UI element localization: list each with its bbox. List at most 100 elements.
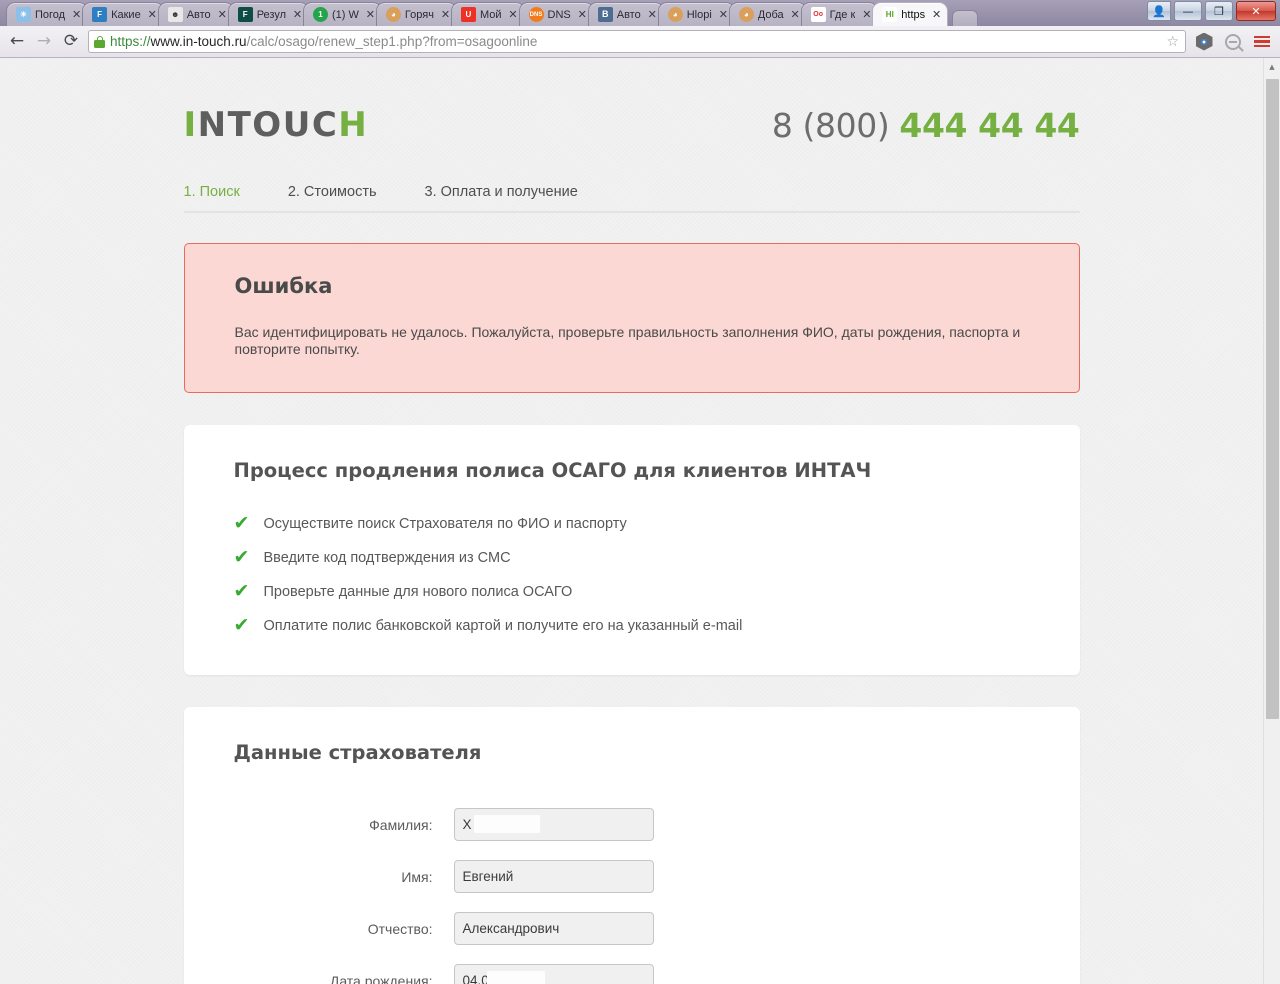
- browser-tab[interactable]: 1 (1) W ✕: [303, 2, 382, 26]
- tab-strip: ☀ Погод ✕ F Какие ✕ ☻ Авто ✕ F Резул ✕ 1…: [0, 0, 1280, 26]
- tab-favicon-face-icon: ☻: [167, 7, 183, 22]
- lastname-input[interactable]: X: [453, 808, 654, 842]
- url-host: www.in-touch.ru: [150, 34, 247, 49]
- browser-tab[interactable]: ◕ Нlорi ✕: [657, 2, 735, 26]
- browser-tab[interactable]: Oo Где к ✕: [800, 2, 879, 26]
- tab-favicon-basket-icon: ◕: [385, 7, 401, 22]
- browser-tab[interactable]: F Какие ✕: [82, 2, 164, 26]
- restore-button[interactable]: ❐: [1205, 1, 1233, 21]
- user-profile-button[interactable]: 👤: [1147, 1, 1171, 21]
- error-title: Ошибка: [234, 274, 333, 298]
- redaction-overlay: [486, 971, 545, 984]
- step-item-3[interactable]: 3. Оплата и получение: [425, 184, 578, 200]
- tab-favicon-odnoklassniki-icon: Oo: [810, 7, 826, 22]
- tab-title: Авто: [186, 8, 211, 21]
- tab-title: Мой: [479, 8, 502, 21]
- browser-tab[interactable]: ☻ Авто ✕: [157, 2, 234, 26]
- url-text: https://www.in-touch.ru/calc/osago/renew…: [110, 34, 537, 49]
- tab-favicon-ok-icon: U: [460, 7, 476, 22]
- web-page: INTOUCH 8 (800) 444 44 44 1. Поиск 2. Ст…: [0, 58, 1263, 984]
- page-content: INTOUCH 8 (800) 444 44 44 1. Поиск 2. Ст…: [183, 58, 1080, 984]
- forward-icon[interactable]: →: [34, 32, 54, 52]
- list-item: ✔ Осуществите поиск Страхователя по ФИО …: [234, 514, 1030, 533]
- tab-title: Где к: [829, 8, 856, 21]
- browser-tab[interactable]: F Резул ✕: [227, 2, 310, 26]
- tab-favicon-site-icon: F: [92, 7, 108, 22]
- browser-viewport: INTOUCH 8 (800) 444 44 44 1. Поиск 2. Ст…: [0, 58, 1280, 984]
- minimize-button[interactable]: —: [1174, 1, 1202, 21]
- list-item-label: Проверьте данные для нового полиса ОСАГО: [263, 583, 573, 600]
- phone-prefix: 8 (800): [771, 105, 890, 145]
- form-row-lastname: Фамилия: X: [234, 808, 1030, 842]
- tab-favicon-basket-icon: ◕: [667, 7, 683, 22]
- tab-favicon-dns-icon: DNS: [528, 7, 544, 22]
- list-item: ✔ Введите код подтверждения из СМС: [234, 548, 1030, 567]
- url-path: /calc/osago/renew_step1.php?from=osagoon…: [246, 34, 538, 49]
- phone-digits: 444 44 44: [899, 105, 1080, 145]
- address-bar[interactable]: https://www.in-touch.ru/calc/osago/renew…: [88, 30, 1186, 53]
- redaction-overlay: [473, 815, 540, 834]
- step-navigation: 1. Поиск 2. Стоимость 3. Оплата и получе…: [183, 184, 1080, 213]
- tab-favicon-weather-icon: ☀: [16, 7, 31, 22]
- birthdate-input[interactable]: 04.0: [453, 964, 654, 984]
- tab-title: Доба: [757, 8, 784, 21]
- check-icon: ✔: [233, 614, 250, 637]
- window-controls: 👤 — ❐ ✕: [1147, 1, 1276, 21]
- tab-title: DNS: [547, 8, 571, 21]
- middlename-value: Александрович: [462, 921, 560, 937]
- magnifier-icon[interactable]: [1222, 31, 1244, 53]
- list-item: ✔ Оплатите полис банковской картой и пол…: [234, 616, 1030, 635]
- form-row-firstname: Имя: Евгений: [234, 860, 1030, 894]
- process-checklist: ✔ Осуществите поиск Страхователя по ФИО …: [234, 514, 1030, 635]
- birthdate-value: 04.0: [462, 973, 489, 984]
- tab-close-icon[interactable]: ✕: [930, 8, 943, 21]
- logo-part-3: H: [338, 105, 369, 145]
- process-title: Процесс продления полиса ОСАГО для клиен…: [233, 459, 872, 483]
- eye-hex-icon[interactable]: [1193, 31, 1215, 53]
- close-window-button[interactable]: ✕: [1236, 1, 1276, 21]
- url-scheme: https://: [110, 34, 151, 49]
- tab-title: Погод: [35, 8, 66, 21]
- form-row-birthdate: Дата рождения: 04.0: [234, 964, 1030, 984]
- tab-favicon-intouch-icon: HI: [882, 7, 898, 22]
- step-item-1[interactable]: 1. Поиск: [184, 184, 240, 200]
- new-tab-button[interactable]: [952, 10, 979, 26]
- tab-favicon-whatsapp-icon: 1: [313, 7, 329, 22]
- browser-tab-active[interactable]: HI https ✕: [872, 2, 949, 26]
- tab-title: Резул: [256, 8, 287, 21]
- error-message: Вас идентифицировать не удалось. Пожалуй…: [234, 324, 1021, 358]
- lock-icon: [94, 35, 105, 48]
- logo-part-2: NTOUC: [197, 105, 339, 145]
- birthdate-label: Дата рождения:: [329, 972, 433, 984]
- chrome-menu-icon[interactable]: [1251, 31, 1273, 53]
- browser-tab[interactable]: ◕ Горяч ✕: [375, 2, 457, 26]
- step-item-2[interactable]: 2. Стоимость: [288, 184, 377, 200]
- browser-tab[interactable]: U Мой ✕: [450, 2, 525, 26]
- firstname-value: Евгений: [462, 869, 514, 885]
- check-icon: ✔: [233, 580, 250, 603]
- insurer-form-card: Данные страхователя Фамилия: X Имя: Евге…: [183, 707, 1080, 984]
- list-item-label: Оплатите полис банковской картой и получ…: [263, 617, 743, 634]
- firstname-input[interactable]: Евгений: [453, 860, 654, 894]
- scroll-up-icon[interactable]: ▲: [1264, 58, 1280, 75]
- scrollbar-thumb[interactable]: [1266, 79, 1279, 719]
- page-scrollbar[interactable]: ▲: [1263, 58, 1280, 984]
- bookmark-star-icon[interactable]: ☆: [1166, 35, 1179, 49]
- list-item-label: Введите код подтверждения из СМС: [263, 549, 511, 566]
- browser-tab[interactable]: DNS DNS ✕: [518, 2, 594, 26]
- tab-favicon-basket-icon: ◕: [738, 7, 754, 22]
- browser-tab[interactable]: ◕ Доба ✕: [728, 2, 807, 26]
- tab-title: Авто: [616, 8, 641, 21]
- back-icon[interactable]: ←: [7, 32, 27, 52]
- tab-title: Нlорi: [686, 8, 712, 21]
- tab-title: Какие: [111, 8, 141, 21]
- browser-tab[interactable]: ☀ Погод ✕: [6, 2, 89, 26]
- browser-tab[interactable]: B Авто ✕: [587, 2, 664, 26]
- tab-title: (1) W: [332, 8, 359, 21]
- intouch-logo[interactable]: INTOUCH: [184, 108, 369, 142]
- form-row-middlename: Отчество: Александрович: [234, 912, 1030, 946]
- reload-icon[interactable]: ⟳: [61, 32, 81, 52]
- check-icon: ✔: [233, 512, 250, 535]
- tab-favicon-flipboard-icon: F: [237, 7, 253, 22]
- middlename-input[interactable]: Александрович: [453, 912, 654, 946]
